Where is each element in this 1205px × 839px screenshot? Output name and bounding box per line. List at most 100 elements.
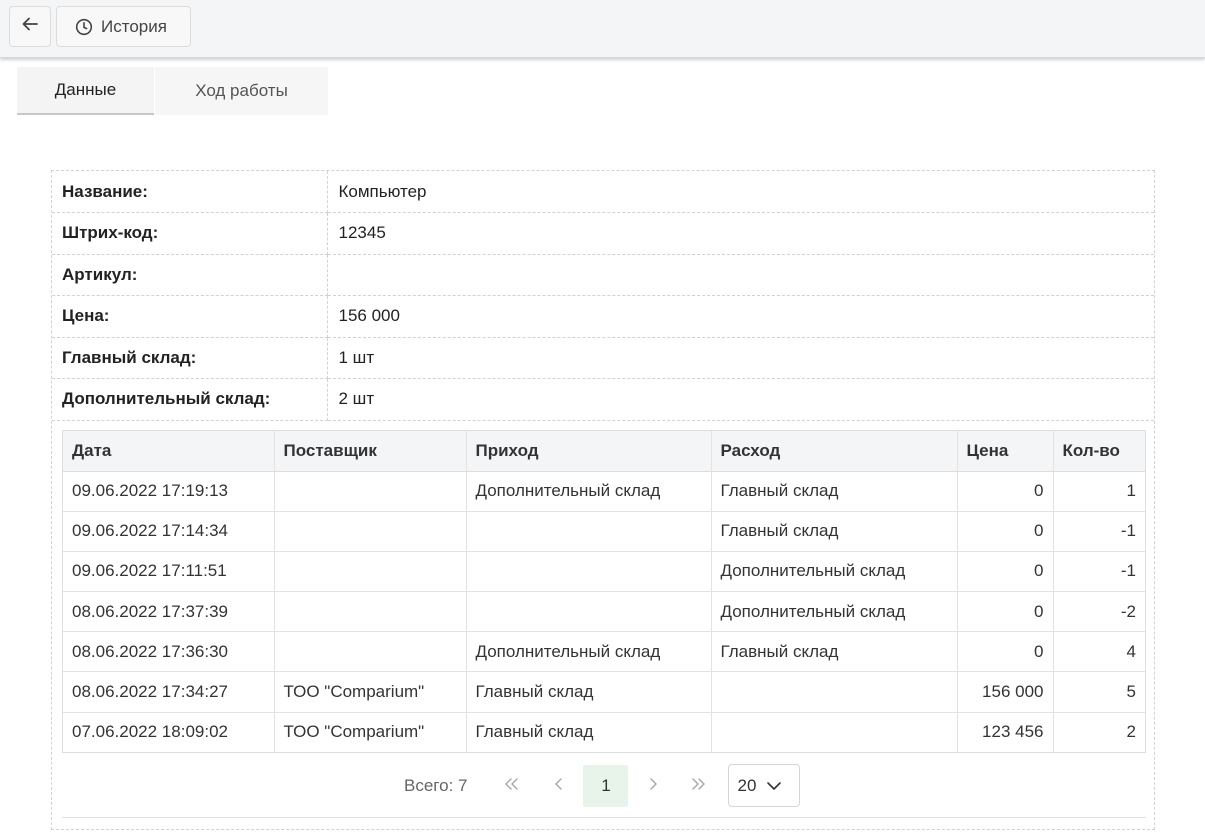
cell-income [466,551,712,593]
cell-supplier [274,511,467,552]
movements-table-wrap: Дата Поставщик Приход Расход Цена Кол-во… [62,430,1146,754]
detail-value: 1 шт [327,337,1154,379]
column-header-qty[interactable]: Кол-во [1053,431,1145,472]
detail-value: Компьютер [327,171,1154,213]
cell-income: Дополнительный склад [466,631,712,673]
cell-income: Главный склад [466,671,712,713]
cell-income: Дополнительный склад [466,471,712,512]
cell-expense: Дополнительный склад [711,591,958,633]
cell-date: 07.06.2022 18:09:02 [63,712,275,753]
tab-bar: Данные Ход работы [17,67,328,115]
cell-supplier: ТОО "Comparium" [274,712,467,753]
cell-income: Главный склад [466,712,712,753]
cell-supplier [274,471,467,512]
detail-row: Артикул: [52,254,1154,296]
history-button[interactable]: История [56,6,191,47]
prev-page-button[interactable] [536,765,581,807]
detail-label: Штрих-код: [52,212,328,255]
page-size-value: 20 [737,775,757,795]
column-header-income[interactable]: Приход [466,431,712,472]
cell-price: 0 [957,551,1054,593]
cell-expense [711,712,958,753]
table-row[interactable]: 08.06.2022 17:34:27 ТОО "Comparium" Глав… [63,671,1145,713]
double-chevron-right-icon [689,776,707,796]
cell-expense: Главный склад [711,471,958,512]
column-header-expense[interactable]: Расход [711,431,958,472]
detail-row: Цена: 156 000 [52,295,1154,338]
cell-supplier [274,551,467,593]
cell-date: 09.06.2022 17:14:34 [63,511,275,552]
detail-row: Дополнительный склад: 2 шт [52,378,1154,421]
cell-expense: Главный склад [711,631,958,673]
cell-supplier [274,591,467,633]
cell-qty: 1 [1053,471,1145,512]
cell-expense [711,671,958,713]
cell-date: 09.06.2022 17:19:13 [63,471,275,512]
tab-data[interactable]: Данные [17,67,154,115]
cell-date: 08.06.2022 17:37:39 [63,591,275,633]
first-page-button[interactable] [489,765,534,807]
cell-qty: 5 [1053,671,1145,713]
table-row[interactable]: 07.06.2022 18:09:02 ТОО "Comparium" Глав… [63,712,1145,753]
table-row[interactable]: 08.06.2022 17:37:39 Дополнительный склад… [63,591,1145,633]
chevron-left-icon [554,776,564,796]
detail-label: Главный склад: [52,337,328,379]
column-header-date[interactable]: Дата [63,431,275,472]
column-header-price[interactable]: Цена [957,431,1054,472]
cell-price: 0 [957,471,1054,512]
table-row[interactable]: 09.06.2022 17:11:51 Дополнительный склад… [63,551,1145,593]
pagination: Всего: 7 1 20 [404,764,801,807]
details-panel: Название: Компьютер Штрих-код: 12345 Артик… [51,170,1155,830]
detail-row: Штрих-код: 12345 [52,212,1154,255]
details-table: Название: Компьютер Штрих-код: 12345 Артик… [52,171,1154,421]
arrow-left-icon [20,14,40,39]
cell-expense: Главный склад [711,511,958,552]
cell-price: 156 000 [957,671,1054,713]
clock-icon [75,18,93,36]
history-label: История [101,16,167,36]
column-header-supplier[interactable]: Поставщик [274,431,467,472]
detail-label: Артикул: [52,254,328,296]
cell-price: 0 [957,591,1054,633]
divider [62,817,1146,818]
next-page-button[interactable] [630,765,675,807]
detail-label: Название: [52,171,328,213]
table-row[interactable]: 09.06.2022 17:19:13 Дополнительный склад… [63,471,1145,512]
cell-qty: -1 [1053,551,1145,593]
detail-label: Цена: [52,295,328,338]
cell-qty: 4 [1053,631,1145,673]
page-button-current[interactable]: 1 [583,764,629,807]
cell-price: 0 [957,631,1054,673]
cell-supplier [274,631,467,673]
page-size-select[interactable]: 20 [728,764,801,807]
chevron-down-icon [766,781,782,791]
detail-label: Дополнительный склад: [52,378,328,421]
cell-date: 08.06.2022 17:36:30 [63,631,275,673]
cell-date: 09.06.2022 17:11:51 [63,551,275,593]
table-row[interactable]: 09.06.2022 17:14:34 Главный склад 0 -1 [63,511,1145,552]
cell-qty: -2 [1053,591,1145,633]
back-button[interactable] [9,6,51,47]
chevron-right-icon [648,776,658,796]
detail-value: 156 000 [327,295,1154,338]
table-header-row: Дата Поставщик Приход Расход Цена Кол-во [63,431,1145,472]
total-count: Всего: 7 [404,775,468,795]
cell-price: 0 [957,511,1054,552]
cell-price: 123 456 [957,712,1054,753]
detail-value: 12345 [327,212,1154,255]
cell-income [466,591,712,633]
toolbar: История [0,0,1205,58]
double-chevron-left-icon [503,776,521,796]
table-row[interactable]: 08.06.2022 17:36:30 Дополнительный склад… [63,631,1145,673]
detail-row: Название: Компьютер [52,171,1154,213]
detail-value: 2 шт [327,378,1154,421]
cell-date: 08.06.2022 17:34:27 [63,671,275,713]
cell-qty: 2 [1126,722,1136,742]
tab-workflow[interactable]: Ход работы [155,67,328,115]
movements-table: Дата Поставщик Приход Расход Цена Кол-во… [63,431,1145,753]
detail-value [327,254,1154,296]
detail-row: Главный склад: 1 шт [52,337,1154,379]
cell-expense: Дополнительный склад [711,551,958,593]
cell-income [466,511,712,552]
last-page-button[interactable] [675,765,720,807]
